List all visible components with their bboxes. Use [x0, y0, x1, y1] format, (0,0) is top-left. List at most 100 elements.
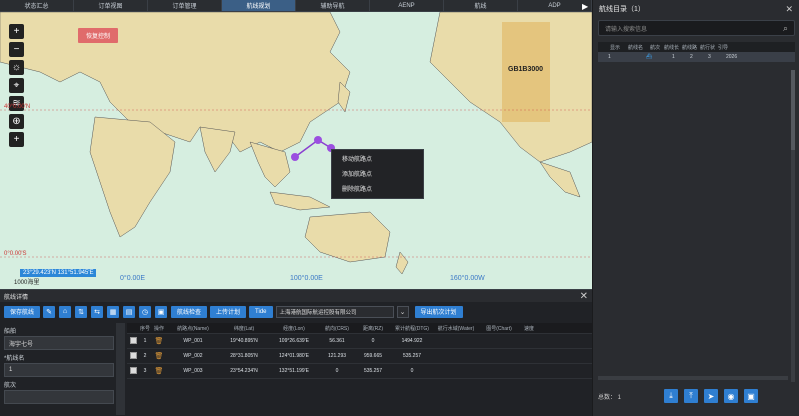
- ship-icon: ⛴: [646, 54, 653, 60]
- image-icon[interactable]: ▦: [107, 305, 120, 318]
- tab-5[interactable]: 辅助导航: [296, 0, 370, 11]
- world-map: [0, 12, 592, 289]
- tab-3[interactable]: 订单管理: [148, 0, 222, 11]
- table-cell: WP_003: [183, 368, 203, 374]
- delete-icon[interactable]: ▣: [744, 389, 758, 403]
- tab-8[interactable]: ADP: [518, 0, 592, 11]
- table-cell: 535.257: [402, 353, 422, 359]
- voyage-field[interactable]: [4, 390, 114, 404]
- table-cell: 56.361: [329, 338, 345, 344]
- column-header: 操作: [153, 325, 164, 332]
- upload-plan-button[interactable]: 上传计划: [210, 305, 247, 318]
- vessel-field[interactable]: 海宇七号: [4, 336, 114, 350]
- route-search-input[interactable]: 请输入搜索信息 ⌕: [598, 20, 795, 36]
- search-icon[interactable]: ⌕: [783, 23, 788, 34]
- ctx-move-waypoint[interactable]: 移动航路点: [332, 153, 423, 168]
- table-cell: 132°51.199'E: [279, 368, 309, 374]
- cursor-coordinates: 23°29.423'N 131°51.945'E: [20, 269, 97, 277]
- table-cell: 121.293: [327, 353, 347, 359]
- ruler-icon[interactable]: ⊕: [9, 114, 24, 129]
- table-row[interactable]: 1 1 2 3 2026 ⛴: [598, 52, 795, 62]
- table-cell: 28°31.805'N: [230, 353, 258, 359]
- clock-icon[interactable]: ◷: [139, 305, 152, 318]
- column-header: 图号(Chart): [486, 325, 512, 332]
- collapse-panel-icon[interactable]: ▶: [582, 2, 591, 11]
- tab-2[interactable]: 订单视图: [74, 0, 148, 11]
- trash-icon[interactable]: 🗑: [155, 368, 164, 375]
- vertical-scrollbar[interactable]: [791, 70, 795, 382]
- table-cell: 0: [371, 338, 375, 344]
- top-tab-bar: 状态汇总 订单视图 订单管理 航线规划 辅助导航 AENP 航线 ADP: [0, 0, 592, 12]
- edit-icon[interactable]: ✎: [43, 305, 56, 318]
- ctx-add-waypoint[interactable]: 添加航路点: [332, 168, 423, 183]
- calendar-icon[interactable]: ▣: [155, 305, 168, 318]
- scale-label: 1000海里: [14, 280, 40, 286]
- route-catalog-title: 航线目录（1）: [599, 6, 645, 13]
- close-icon[interactable]: ✕: [785, 4, 793, 15]
- location-pin-icon[interactable]: ⌖: [9, 78, 24, 93]
- chevron-down-icon[interactable]: ⌄: [396, 305, 409, 318]
- upload-icon[interactable]: ⤒: [684, 389, 698, 403]
- download-icon[interactable]: ⤓: [664, 389, 678, 403]
- route-table: 显示 航线名 航次 航线长 航线路 航行状 引导 1 1 2 3 2026 ⛴: [598, 42, 795, 62]
- eye-icon[interactable]: ◉: [724, 389, 738, 403]
- row-checkbox[interactable]: [129, 366, 137, 374]
- table-cell: 23°54.234'N: [230, 368, 258, 374]
- table-cell: 2: [143, 353, 147, 359]
- waypoint-table: 序号 操作 航路点(Name) 纬度(Lat) 经度(Lon) 航向(CRS) 距离(RZ)…: [127, 323, 592, 379]
- column-header: 航行水域(Water): [437, 325, 475, 332]
- row-checkbox[interactable]: [129, 351, 137, 359]
- tab-7[interactable]: 航线: [444, 0, 518, 11]
- table-cell: 3: [708, 54, 711, 60]
- export-plan-button[interactable]: 导出航次计划: [414, 305, 463, 318]
- alert-control-button[interactable]: 恢复控制: [78, 28, 119, 43]
- reverse-icon[interactable]: ⇅: [75, 305, 88, 318]
- split-icon[interactable]: ⇆: [91, 305, 104, 318]
- tab-6[interactable]: AENP: [370, 0, 444, 11]
- trash-icon[interactable]: 🗑: [155, 353, 164, 360]
- company-select[interactable]: 上海港航国际航运控股有限公司: [275, 305, 394, 318]
- table-cell: WP_001: [183, 338, 203, 344]
- column-header: 航路点(Name): [177, 325, 209, 332]
- brightness-icon[interactable]: ☼: [9, 60, 24, 75]
- trash-icon[interactable]: 🗑: [155, 338, 164, 345]
- send-icon[interactable]: ➤: [704, 389, 718, 403]
- tab-1[interactable]: 状态汇总: [0, 0, 74, 11]
- table-cell: 2: [690, 54, 693, 60]
- table-row[interactable]: 3 🗑 WP_003 23°54.234'N 132°51.199'E 0 535.257 0: [127, 364, 592, 379]
- save-route-button[interactable]: 保存航线: [4, 305, 41, 318]
- ctx-delete-waypoint[interactable]: 删除航路点: [332, 183, 423, 198]
- table-cell: 2026: [726, 54, 738, 60]
- home-icon[interactable]: ⌂: [59, 305, 72, 318]
- row-checkbox[interactable]: [129, 336, 137, 344]
- column-header: 距离(RZ): [363, 325, 383, 332]
- context-menu: 移动航路点 添加航路点 删除航路点: [331, 149, 424, 199]
- column-header: 航线长: [664, 44, 680, 51]
- table-row[interactable]: 2 🗑 WP_002 28°31.805'N 124°01.980'E 121.293 95…: [127, 349, 592, 364]
- route-details-title: 航线详情: [4, 294, 29, 301]
- horizontal-scrollbar[interactable]: [598, 376, 788, 380]
- table-row[interactable]: 1 🗑 WP_001 19°40.895'N 109°26.639'E 56.361 0 14…: [127, 334, 592, 349]
- add-icon[interactable]: +: [9, 132, 24, 147]
- route-check-button[interactable]: 航线检查: [171, 305, 208, 318]
- form-scrollbar[interactable]: [116, 323, 125, 415]
- table-cell: 959.665: [363, 353, 383, 359]
- route-name-field[interactable]: 1: [4, 363, 114, 377]
- table-cell: 109°26.639'E: [279, 338, 309, 344]
- route-count: 总数： 1: [598, 394, 622, 401]
- route-toolbar: 保存航线 ✎ ⌂ ⇅ ⇆ ▦ ▤ ◷ ▣ 航线检查 上传计划 Tide 上海港航…: [4, 305, 466, 318]
- grid-icon[interactable]: ▤: [123, 305, 136, 318]
- route-details-panel: 航线详情 ✕ 保存航线 ✎ ⌂ ⇅ ⇆ ▦ ▤ ◷ ▣ 航线检查 上传计划 Ti…: [0, 289, 592, 416]
- tide-button[interactable]: Tide: [249, 305, 273, 318]
- table-cell: 1: [672, 54, 675, 60]
- table-cell: 1494.922: [401, 338, 423, 344]
- map-view[interactable]: + − ☼ ⌖ ≋ ⊕ + 恢复控制 GB1B3000 40°0.00'N 0°…: [0, 12, 592, 289]
- tab-4[interactable]: 航线规划: [222, 0, 296, 11]
- zoom-out-button[interactable]: −: [9, 42, 24, 57]
- close-icon[interactable]: ✕: [580, 291, 588, 302]
- column-header: 航向(CRS): [325, 325, 349, 332]
- route-catalog-panel: 航线目录（1） ✕ 请输入搜索信息 ⌕ 显示 航线名 航次 航线长 航线路 航行状 引导 1…: [592, 0, 799, 416]
- column-header: 引导: [718, 44, 729, 51]
- zoom-in-button[interactable]: +: [9, 24, 24, 39]
- column-header: 累计航程(DTG): [395, 325, 429, 332]
